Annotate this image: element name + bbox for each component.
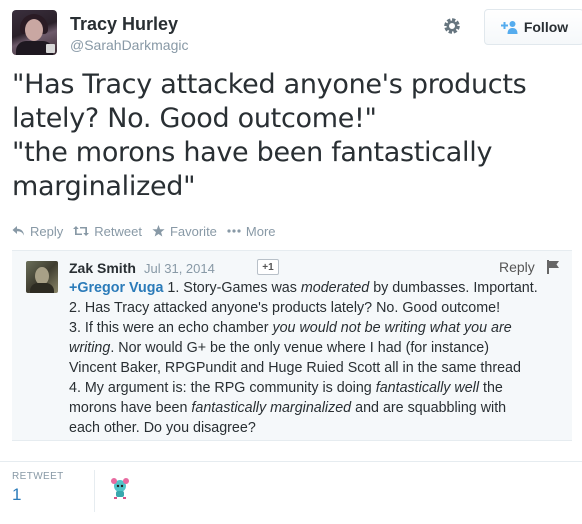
favorite-action[interactable]: Favorite: [152, 224, 217, 239]
embed-body: +Gregor Vuga 1. Story-Games was moderate…: [69, 278, 567, 438]
tweet-line: "Has Tracy attacked anyone's products: [12, 69, 527, 100]
retweet-icon: [73, 226, 90, 236]
embed-line: each other. Do you disagree?: [69, 420, 256, 436]
retweet-action[interactable]: Retweet: [73, 224, 142, 239]
embed-text: fantastically marginalized: [191, 400, 352, 416]
tweet-line: marginalized": [12, 171, 196, 202]
embed-text: you would not be writing what you are: [272, 320, 512, 336]
divider: [0, 461, 582, 462]
embed-text: 1. Story-Games was: [163, 280, 301, 296]
embed-line: 2. Has Tracy attacked anyone's products …: [69, 300, 501, 316]
screen-name[interactable]: @SarahDarkmagic: [70, 37, 188, 53]
reply-icon: [12, 226, 24, 236]
tweet-line: "the morons have been fantastically: [12, 137, 493, 168]
tweet-line: lately? No. Good outcome!": [12, 103, 377, 134]
embed-reply-button[interactable]: Reply: [499, 259, 535, 275]
avatar[interactable]: [12, 10, 57, 55]
more-action[interactable]: More: [227, 224, 276, 239]
tweet-actions: Reply Retweet Favorite More: [12, 222, 276, 240]
follow-person-icon: [500, 21, 518, 34]
embed-line: 4. My argument is: the RPG community is …: [69, 378, 567, 398]
embed-line: writing. Nor would G+ be the only venue …: [69, 338, 567, 358]
more-dots-icon: [227, 229, 241, 233]
retweet-stat-label: RETWEET: [12, 471, 64, 482]
embed-text: fantastically well: [375, 380, 480, 396]
more-label: More: [245, 223, 276, 239]
gear-icon[interactable]: [442, 16, 462, 36]
embed-text: writing: [69, 340, 111, 356]
mention-link[interactable]: +Gregor Vuga: [69, 280, 163, 296]
flag-icon[interactable]: [546, 260, 560, 274]
tweet-text: "Has Tracy attacked anyone's products la…: [12, 68, 572, 204]
follow-button[interactable]: Follow: [484, 9, 582, 45]
embed-avatar[interactable]: [26, 261, 58, 293]
plus-one-button[interactable]: +1: [257, 259, 279, 275]
tweet-header: Tracy Hurley @SarahDarkmagic Follow: [12, 8, 582, 60]
retweeter-avatar[interactable]: [108, 476, 132, 500]
embed-text: morons have been: [69, 400, 192, 416]
embed-text: and are squabbling with: [351, 400, 507, 416]
embedded-post: Zak Smith Jul 31, 2014 +1 Reply +Gregor …: [12, 250, 572, 441]
reply-action[interactable]: Reply: [12, 224, 63, 239]
follow-label: Follow: [523, 19, 569, 35]
embed-text: moderated: [300, 280, 370, 296]
embed-line: +Gregor Vuga 1. Story-Games was moderate…: [69, 278, 567, 298]
embed-text: . Nor would G+ be the only venue where I…: [110, 340, 490, 356]
star-icon: [152, 225, 165, 237]
embed-text: the: [479, 380, 503, 396]
favorite-label: Favorite: [169, 223, 217, 239]
embed-author[interactable]: Zak Smith: [69, 260, 136, 276]
embed-date[interactable]: Jul 31, 2014: [144, 261, 215, 276]
retweet-label: Retweet: [94, 223, 142, 239]
embed-line: Vincent Baker, RPGPundit and Huge Ruied …: [69, 360, 521, 376]
embed-text: 4. My argument is: the RPG community is …: [69, 380, 376, 396]
stats-divider: [94, 470, 95, 512]
embed-line: morons have been fantastically marginali…: [69, 398, 567, 418]
embed-line: 3. If this were an echo chamber you woul…: [69, 318, 567, 338]
retweet-stat-count[interactable]: 1: [12, 485, 21, 505]
embed-text: 3. If this were an echo chamber: [69, 320, 273, 336]
embed-text: by dumbasses. Important.: [369, 280, 538, 296]
display-name[interactable]: Tracy Hurley: [70, 14, 178, 35]
reply-label: Reply: [30, 223, 64, 239]
